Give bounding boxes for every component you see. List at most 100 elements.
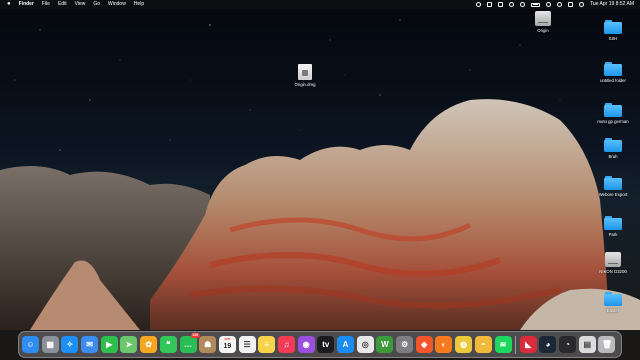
folder-icon [604, 138, 622, 152]
brave-icon[interactable]: ◆ [415, 336, 433, 353]
dock-glyph: ✧ [66, 340, 74, 349]
menu-clock[interactable]: Tue Apr 19 8:52 AM [590, 0, 634, 9]
desktop-item-origin[interactable]: Origin [521, 11, 565, 33]
desktop-item-label: Easter [606, 308, 620, 313]
desktop-item-bruh[interactable]: Bruh [591, 138, 635, 159]
dock-glyph: ❝ [166, 340, 171, 349]
folder-icon [604, 216, 622, 230]
vectorize-icon[interactable]: ◓ [474, 336, 492, 353]
folder-icon [604, 176, 622, 190]
maps-icon[interactable]: ➤ [120, 336, 138, 353]
desktop-item-label: Webore Export [598, 192, 628, 197]
menu-go[interactable]: Go [93, 0, 100, 9]
wifi-icon[interactable] [545, 2, 551, 7]
dock-glyph: ☗ [204, 340, 212, 349]
finder-icon[interactable]: ☺ [22, 336, 39, 353]
menu-file[interactable]: File [42, 0, 50, 9]
menu-view[interactable]: View [75, 0, 86, 9]
dock-glyph: tv [322, 340, 330, 349]
dock-glyph: ▶ [106, 340, 113, 349]
dock-glyph: ≋ [499, 340, 507, 349]
menu-edit[interactable]: Edit [58, 0, 67, 9]
dock-glyph: ✿ [145, 340, 152, 349]
facetime-icon[interactable]: ▶ [100, 336, 118, 353]
dock-glyph: ◐ [441, 340, 447, 349]
menu-app-name[interactable]: Finder [19, 0, 34, 9]
contacts-icon[interactable]: ☗ [199, 336, 217, 353]
desktop-item-label: moto gp german [597, 119, 629, 124]
launchpad-icon[interactable]: ▦ [41, 336, 59, 353]
notification-badge: 135 [190, 333, 200, 338]
dock: ☺ ▦ ✧ ✉ ▶ ➤ ✿ ❝ … 135 ☗ APR 19 ☰ ≡ ♫ ◉ tv A ◎ W ⚙ ◆ ◐ ◍ ◓ ≋ ◣ ◕ ◔ ▤ 🗑 [18, 331, 622, 358]
podcasts-icon[interactable]: ◉ [297, 336, 315, 353]
dock-glyph: ⚙ [400, 340, 409, 349]
dock-glyph: … [184, 340, 192, 349]
messages-icon[interactable]: ❝ [159, 336, 177, 353]
screen-mirror-icon[interactable] [497, 2, 503, 7]
siri-icon[interactable] [578, 2, 584, 7]
speedtest-icon[interactable]: ◣ [519, 336, 537, 353]
wallpaper-rocks [0, 99, 640, 331]
spotify-icon[interactable]: ≋ [494, 336, 512, 353]
bluetooth-icon[interactable] [519, 2, 525, 7]
dock-glyph: ◕ [545, 340, 551, 349]
dock-glyph: ◉ [302, 340, 310, 349]
desktop-item-origin-dmg[interactable]: Origin.dmg [283, 64, 327, 87]
firefox-icon[interactable]: ◐ [435, 336, 453, 353]
dock-glyph: ◎ [361, 340, 369, 349]
preview-icon[interactable]: ▤ [578, 336, 596, 353]
disk-image-icon [298, 64, 312, 80]
messages-badge-icon[interactable]: … 135 [179, 333, 200, 353]
word-icon[interactable]: W [376, 336, 394, 353]
photos-icon[interactable]: ✿ [140, 336, 158, 353]
steam-icon[interactable]: ◕ [539, 336, 557, 353]
dock-glyph: W [381, 340, 389, 349]
dock-glyph: ☰ [243, 340, 251, 349]
search-icon[interactable] [556, 2, 562, 7]
control-icon[interactable] [475, 2, 481, 7]
control-center-icon[interactable] [567, 2, 573, 7]
utility-icon[interactable]: ◍ [455, 336, 473, 353]
menu-help[interactable]: Help [134, 0, 144, 9]
dock-glyph: ✉ [86, 340, 93, 349]
desktop-item-easter[interactable]: Easter [591, 292, 635, 313]
desktop-item-webore-export[interactable]: Webore Export [591, 176, 635, 197]
desktop-item-untitled-folder[interactable]: untitled folder [591, 62, 635, 83]
activity-icon[interactable]: ◔ [559, 336, 577, 353]
dock-glyph: ◆ [421, 340, 428, 349]
menu-window[interactable]: Window [108, 0, 126, 9]
battery-icon[interactable] [530, 2, 540, 7]
reminders-icon[interactable]: ☰ [238, 336, 256, 353]
folder-icon [604, 292, 622, 306]
desktop-item-ssh[interactable]: SSH [591, 20, 635, 41]
desktop-item-label: NIKON D3200 [599, 269, 627, 274]
desktop-item-park[interactable]: Park [591, 216, 635, 237]
apple-icon[interactable]: ● [7, 0, 11, 9]
desktop-item-moto-gp-german[interactable]: moto gp german [591, 103, 635, 124]
safari-icon[interactable]: ✧ [61, 336, 79, 353]
dropbox-icon[interactable] [486, 2, 492, 7]
dock-glyph: ◍ [460, 340, 468, 349]
calendar-day: 19 [223, 342, 232, 350]
dock-glyph: ☺ [26, 340, 35, 349]
trash-icon[interactable]: 🗑 [598, 336, 616, 353]
desktop-item-label: Origin [537, 28, 549, 33]
calendar-icon[interactable]: APR 19 [218, 336, 236, 353]
desktop-item-label: Bruh [608, 154, 618, 159]
music-icon[interactable]: ♫ [277, 336, 295, 353]
system-preferences-icon[interactable]: ⚙ [396, 336, 414, 353]
app-store-icon[interactable]: A [337, 336, 354, 353]
desktop-item-nikon-d3200[interactable]: NIKON D3200 [591, 252, 635, 274]
drive-icon [605, 252, 621, 267]
dock-glyph: ♫ [283, 340, 290, 349]
notes-icon[interactable]: ≡ [258, 336, 276, 353]
chrome-icon[interactable]: ◎ [356, 336, 374, 353]
drive-icon [535, 11, 551, 26]
volume-icon[interactable] [508, 2, 514, 7]
mail-icon[interactable]: ✉ [81, 336, 99, 353]
folder-icon [604, 103, 622, 117]
desktop-item-label: Park [608, 232, 618, 237]
tv-icon[interactable]: tv [317, 336, 335, 353]
dock-glyph: ≡ [264, 340, 270, 349]
folder-icon [604, 20, 622, 34]
